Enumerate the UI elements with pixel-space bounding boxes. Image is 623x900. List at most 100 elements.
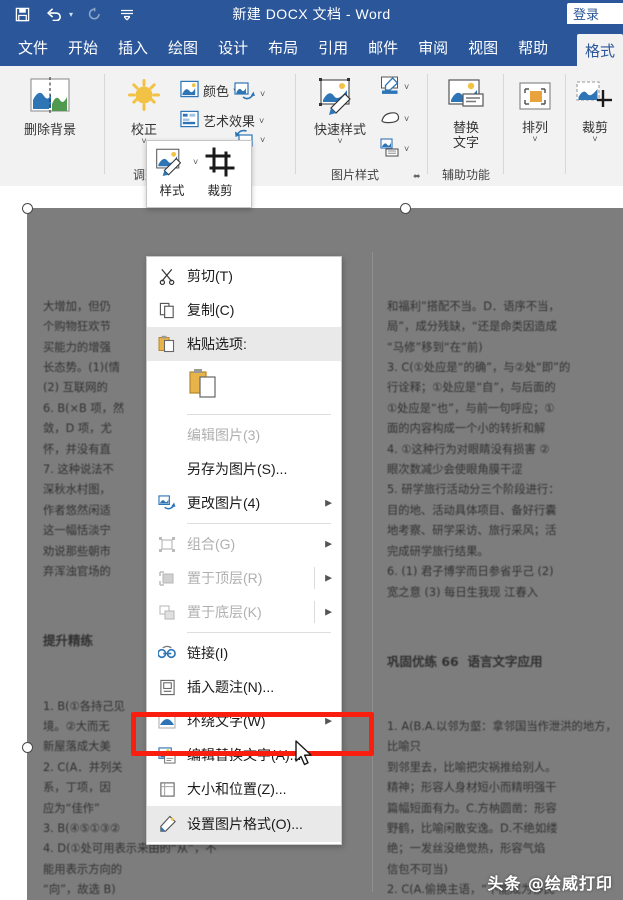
context-menu-item-group: 组合(G) ▶ xyxy=(147,527,341,561)
tab-draw[interactable]: 绘图 xyxy=(158,28,208,66)
mini-toolbar-style-dropdown-icon[interactable]: ˅ xyxy=(193,159,198,165)
remove-background-button[interactable]: 删除背景 xyxy=(6,76,94,138)
context-menu-item-bring-to-front: 置于顶层(R) ▶ xyxy=(147,561,341,595)
context-menu-item-size-and-position[interactable]: 大小和位置(Z)... xyxy=(147,772,341,806)
format-picture-icon xyxy=(157,814,177,834)
tab-references[interactable]: 引用 xyxy=(308,28,358,66)
quick-styles-icon xyxy=(319,78,361,120)
context-menu-item-save-as-picture[interactable]: 另存为图片(S)... xyxy=(147,452,341,486)
artistic-effects-icon xyxy=(180,110,199,131)
selection-handle-left-middle[interactable] xyxy=(22,742,33,753)
ribbon-tab-bar: 文件 开始 插入 绘图 设计 布局 引用 邮件 审阅 视图 帮助 格式 xyxy=(0,28,623,66)
scan-column-divider xyxy=(372,252,373,892)
mini-toolbar[interactable]: 样式 ˅ 裁剪 xyxy=(146,140,252,208)
sign-in-button[interactable]: 登录 xyxy=(567,3,623,24)
context-menu-separator-1 xyxy=(187,414,331,415)
keep-source-formatting-icon[interactable] xyxy=(189,368,219,405)
tab-mailings[interactable]: 邮件 xyxy=(358,28,408,66)
context-menu-item-cut-label: 剪切(T) xyxy=(187,266,233,286)
context-menu-item-format-picture[interactable]: 设置图片格式(O)... xyxy=(147,806,341,842)
context-menu-item-edit-picture-label: 编辑图片(3) xyxy=(187,425,260,445)
mini-toolbar-style-button[interactable]: 样式 xyxy=(155,147,189,199)
alt-text-label: 替换 文字 xyxy=(453,121,479,151)
color-button[interactable]: 颜色 ˅ xyxy=(180,80,238,101)
selection-handle-top-left[interactable] xyxy=(22,203,33,214)
ribbon-group-size: 裁剪 ˅ xyxy=(568,66,623,185)
size-position-icon xyxy=(157,779,177,799)
copy-icon xyxy=(157,300,177,320)
context-menu-item-cut[interactable]: 剪切(T) xyxy=(147,259,341,293)
arrange-dropdown-icon[interactable]: ˅ xyxy=(532,136,537,142)
picture-layout-icon xyxy=(380,138,400,160)
context-menu-item-edit-picture: 编辑图片(3) xyxy=(147,418,341,452)
tab-review[interactable]: 审阅 xyxy=(408,28,458,66)
insert-caption-icon xyxy=(157,677,177,697)
scan-text-right-column: 和福利”搭配不当。D．语序不当， 局”，成分残缺，“还是命类因造成 “马修”移到… xyxy=(387,256,623,900)
mini-toolbar-crop-button[interactable]: 裁剪 xyxy=(205,147,235,199)
color-label: 颜色 xyxy=(203,81,229,100)
context-menu-item-paste-options-label: 粘贴选项: xyxy=(187,334,247,354)
bring-to-front-icon xyxy=(157,568,177,588)
picture-border-button[interactable]: ˅ xyxy=(380,76,409,98)
picture-style-icon xyxy=(155,147,189,180)
context-menu-item-copy[interactable]: 复制(C) xyxy=(147,293,341,327)
tab-help[interactable]: 帮助 xyxy=(508,28,558,66)
context-menu-item-send-to-back: 置于底层(K) ▶ xyxy=(147,595,341,629)
change-picture-dropdown-icon[interactable]: ˅ xyxy=(260,91,265,97)
context-menu-item-insert-caption[interactable]: 插入题注(N)... xyxy=(147,670,341,704)
ribbon: 删除背景 校正 ˅ xyxy=(0,66,623,187)
alt-text-icon xyxy=(445,78,487,118)
tab-picture-format[interactable]: 格式 xyxy=(577,34,623,66)
tab-view[interactable]: 视图 xyxy=(458,28,508,66)
context-menu-item-bring-to-front-label: 置于顶层(R) xyxy=(187,568,262,588)
annotation-highlight-box xyxy=(131,712,374,756)
context-menu-item-format-picture-label: 设置图片格式(O)... xyxy=(187,814,303,834)
tab-insert[interactable]: 插入 xyxy=(108,28,158,66)
scan-right-heading: 巩固优练 66 语言文字应用 xyxy=(387,652,623,672)
ribbon-group-picture-styles-label: 图片样式 xyxy=(300,166,410,183)
crop-dropdown-icon[interactable]: ˅ xyxy=(592,136,597,142)
tab-home[interactable]: 开始 xyxy=(58,28,108,66)
corrections-icon xyxy=(124,78,164,120)
picture-effects-button[interactable]: ˅ xyxy=(380,108,409,130)
picture-styles-dialog-launcher[interactable]: ⬌ xyxy=(413,171,421,182)
artistic-effects-dropdown-icon[interactable]: ˅ xyxy=(259,118,264,124)
ribbon-tabs: 文件 开始 插入 绘图 设计 布局 引用 邮件 审阅 视图 帮助 xyxy=(8,28,558,66)
paste-options-gallery[interactable] xyxy=(147,361,341,411)
picture-layout-dropdown-icon[interactable]: ˅ xyxy=(404,146,409,152)
reset-picture-dropdown-icon[interactable]: ˅ xyxy=(260,137,265,143)
picture-border-dropdown-icon[interactable]: ˅ xyxy=(404,84,409,90)
paste-icon xyxy=(157,334,177,354)
ribbon-group-picture-styles: 快速样式 ˅ ˅ ˅ xyxy=(300,66,430,185)
context-menu-item-paste-options[interactable]: 粘贴选项: xyxy=(147,327,341,361)
context-menu-item-change-picture[interactable]: 更改图片(4) ▶ xyxy=(147,486,341,520)
crop-icon xyxy=(205,147,235,180)
context-menu-item-link[interactable]: 链接(I) xyxy=(147,636,341,670)
tab-layout[interactable]: 布局 xyxy=(258,28,308,66)
picture-layout-button[interactable]: ˅ xyxy=(380,138,409,160)
corrections-button[interactable]: 校正 ˅ xyxy=(115,78,173,144)
picture-effects-icon xyxy=(380,108,400,130)
send-to-back-icon xyxy=(157,602,177,622)
watermark: 头条 @绘威打印 xyxy=(487,870,613,894)
context-menu-item-save-as-picture-label: 另存为图片(S)... xyxy=(187,459,287,479)
context-menu-item-group-label: 组合(G) xyxy=(187,534,235,554)
context-menu-item-insert-caption-label: 插入题注(N)... xyxy=(187,677,274,697)
tab-design[interactable]: 设计 xyxy=(208,28,258,66)
change-picture-ribbon-button[interactable]: ˅ xyxy=(234,82,265,105)
context-menu-separator-2 xyxy=(187,523,331,524)
context-menu-item-change-picture-label: 更改图片(4) xyxy=(187,493,260,513)
scissors-icon xyxy=(157,266,177,286)
ribbon-group-accessibility: 替换 文字 辅助功能 xyxy=(430,66,502,185)
context-menu-item-copy-label: 复制(C) xyxy=(187,300,234,320)
arrange-button[interactable]: 排列 ˅ xyxy=(510,80,560,142)
context-menu-item-size-and-position-label: 大小和位置(Z)... xyxy=(187,779,287,799)
picture-effects-dropdown-icon[interactable]: ˅ xyxy=(404,116,409,122)
quick-styles-dropdown-icon[interactable]: ˅ xyxy=(337,138,342,144)
alt-text-button[interactable]: 替换 文字 xyxy=(438,78,494,151)
crop-ribbon-button[interactable]: 裁剪 ˅ xyxy=(571,80,619,142)
chevron-right-icon: ▶ xyxy=(325,607,332,618)
tab-file[interactable]: 文件 xyxy=(8,28,58,66)
selection-handle-top-middle[interactable] xyxy=(400,203,411,214)
quick-styles-button[interactable]: 快速样式 ˅ xyxy=(304,78,376,144)
